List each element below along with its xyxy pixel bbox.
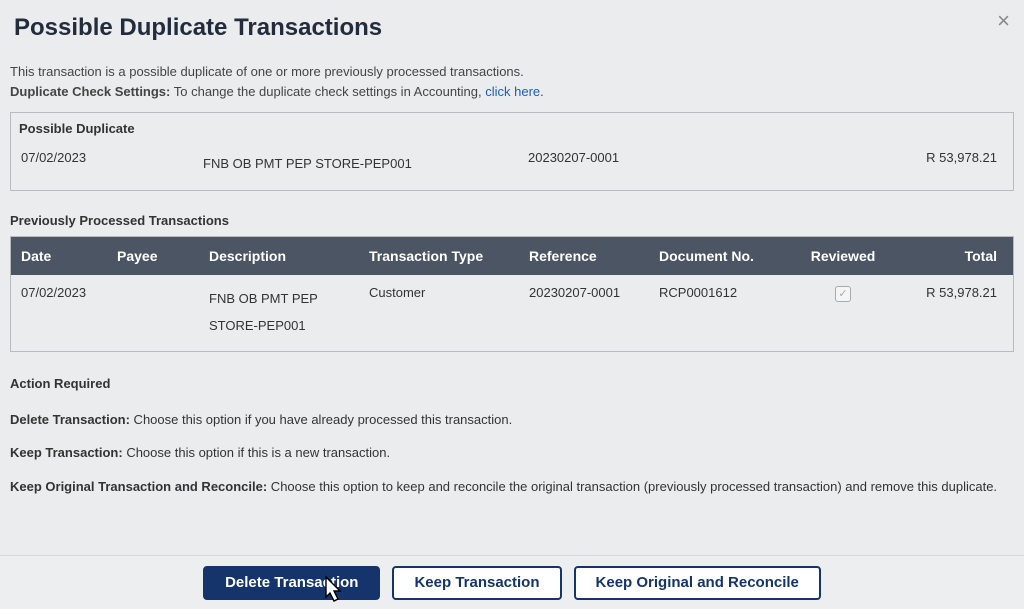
duplicate-description: FNB OB PMT PEP STORE-PEP001 xyxy=(203,150,528,177)
cell-description: FNB OB PMT PEP STORE-PEP001 xyxy=(199,285,359,340)
header-reviewed: Reviewed xyxy=(799,248,887,264)
intro-text: This transaction is a possible duplicate… xyxy=(10,62,1014,82)
keep-original-reconcile-button[interactable]: Keep Original and Reconcile xyxy=(574,566,821,600)
table-row: 07/02/2023 FNB OB PMT PEP STORE-PEP001 C… xyxy=(11,275,1013,352)
duplicate-total: R 53,978.21 xyxy=(883,150,1003,177)
duplicate-date: 07/02/2023 xyxy=(21,150,203,177)
settings-text: To change the duplicate check settings i… xyxy=(170,84,485,99)
cell-reviewed: ✓ xyxy=(799,285,887,302)
dialog-footer: Delete Transaction Keep Transaction Keep… xyxy=(0,555,1024,609)
cell-type: Customer xyxy=(359,285,519,300)
settings-link[interactable]: click here xyxy=(485,84,540,99)
settings-tail: . xyxy=(540,84,544,99)
header-description: Description xyxy=(199,248,359,264)
cell-reference: 20230207-0001 xyxy=(519,285,649,300)
cell-total: R 53,978.21 xyxy=(887,285,1013,300)
keep-option-text: Choose this option if this is a new tran… xyxy=(123,445,390,460)
table-header-row: Date Payee Description Transaction Type … xyxy=(11,237,1013,275)
delete-option-text: Choose this option if you have already p… xyxy=(130,412,512,427)
header-total: Total xyxy=(887,248,1013,264)
keep-transaction-button[interactable]: Keep Transaction xyxy=(392,566,561,600)
previously-processed-table: Date Payee Description Transaction Type … xyxy=(10,236,1014,353)
keep-option-label: Keep Transaction: xyxy=(10,445,123,460)
reconcile-option-line: Keep Original Transaction and Reconcile:… xyxy=(10,477,1014,497)
delete-transaction-button[interactable]: Delete Transaction xyxy=(203,566,380,600)
header-payee: Payee xyxy=(107,248,199,264)
settings-line: Duplicate Check Settings: To change the … xyxy=(10,82,1014,102)
duplicate-transactions-dialog: × Possible Duplicate Transactions This t… xyxy=(0,0,1024,609)
header-document: Document No. xyxy=(649,248,799,264)
cell-document: RCP0001612 xyxy=(649,285,799,300)
possible-duplicate-row: 07/02/2023 FNB OB PMT PEP STORE-PEP001 2… xyxy=(11,140,1013,189)
dialog-header: Possible Duplicate Transactions xyxy=(0,0,1024,50)
keep-option-line: Keep Transaction: Choose this option if … xyxy=(10,443,1014,463)
page-title: Possible Duplicate Transactions xyxy=(14,14,1010,42)
delete-option-line: Delete Transaction: Choose this option i… xyxy=(10,410,1014,430)
action-required-block: Action Required Delete Transaction: Choo… xyxy=(0,352,1024,516)
duplicate-reference: 20230207-0001 xyxy=(528,150,883,177)
header-reference: Reference xyxy=(519,248,649,264)
header-type: Transaction Type xyxy=(359,248,519,264)
settings-label: Duplicate Check Settings: xyxy=(10,84,170,99)
possible-duplicate-title: Possible Duplicate xyxy=(11,113,1013,140)
possible-duplicate-panel: Possible Duplicate 07/02/2023 FNB OB PMT… xyxy=(10,112,1014,190)
reviewed-checkbox[interactable]: ✓ xyxy=(835,286,851,302)
header-date: Date xyxy=(11,248,107,264)
reconcile-option-text: Choose this option to keep and reconcile… xyxy=(267,479,997,494)
close-icon[interactable]: × xyxy=(997,8,1010,34)
cell-date: 07/02/2023 xyxy=(11,285,107,300)
intro-block: This transaction is a possible duplicate… xyxy=(0,50,1024,106)
action-required-title: Action Required xyxy=(10,374,1014,394)
previously-processed-label: Previously Processed Transactions xyxy=(0,191,1024,236)
delete-option-label: Delete Transaction: xyxy=(10,412,130,427)
reconcile-option-label: Keep Original Transaction and Reconcile: xyxy=(10,479,267,494)
